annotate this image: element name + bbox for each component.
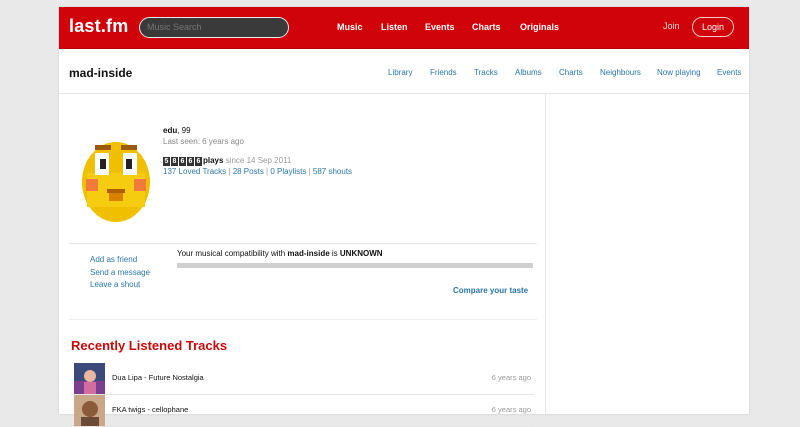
tab-now-playing[interactable]: Now playing [657,68,701,77]
play-digit: 6 [187,157,194,166]
avatar [82,142,150,222]
add-friend-link[interactable]: Add as friend [90,254,150,267]
nav-charts[interactable]: Charts [472,22,501,32]
tab-albums[interactable]: Albums [515,68,542,77]
compatibility-text: Your musical compatibility with mad-insi… [177,249,383,258]
profile-actions: Add as friend Send a message Leave a sho… [90,254,150,292]
tab-events[interactable]: Events [717,68,741,77]
sidebar-divider [545,94,546,414]
profile-info: edu, 99 Last seen: 6 years ago 5 8 6 6 6 play… [163,125,352,177]
recent-tracks-title: Recently Listened Tracks [71,338,228,353]
divider [69,243,537,244]
last-seen: Last seen: 6 years ago [163,137,244,146]
play-digit: 8 [171,157,178,166]
play-digit: 6 [179,157,186,166]
track-row[interactable]: Dua Lipa - Future Nostalgia 6 years ago [71,363,533,395]
profile-age: , 99 [177,126,191,135]
shouts-link[interactable]: 587 shouts [313,167,352,176]
compat-level: UNKNOWN [339,249,383,258]
leave-shout-link[interactable]: Leave a shout [90,279,150,292]
profile-name: edu [163,126,178,135]
compatibility-bar [177,263,533,268]
search-input[interactable] [139,17,289,38]
loved-tracks-link[interactable]: 137 Loved Tracks [163,167,226,176]
posts-link[interactable]: 28 Posts [233,167,264,176]
site-logo[interactable]: last.fm [69,16,128,37]
profile-subheader: mad-inside Library Friends Tracks Albums… [59,49,749,94]
nav-music[interactable]: Music [337,22,363,32]
login-button[interactable]: Login [692,17,734,37]
plays-label: plays [203,156,224,165]
playlists-link[interactable]: 0 Playlists [270,167,306,176]
track-thumbnail [74,363,105,394]
page-title: mad-inside [69,66,133,80]
plays-since: since 14 Sep 2011 [223,156,292,165]
play-digit: 5 [163,157,170,166]
join-link[interactable]: Join [663,21,680,31]
track-name[interactable]: Dua Lipa - Future Nostalgia [112,373,204,382]
track-time: 6 years ago [491,373,531,382]
play-count: 5 8 6 6 6 plays since 14 Sep 2011 [163,155,352,166]
tab-neighbours[interactable]: Neighbours [600,68,641,77]
tab-friends[interactable]: Friends [430,68,457,77]
tab-library[interactable]: Library [388,68,412,77]
track-row[interactable]: FKA twigs - cellophane 6 years ago [71,395,533,427]
tab-tracks[interactable]: Tracks [474,68,498,77]
nav-listen[interactable]: Listen [381,22,408,32]
track-time: 6 years ago [491,405,531,414]
nav-originals[interactable]: Originals [520,22,559,32]
page: last.fm Music Listen Events Charts Origi… [59,7,749,427]
track-thumbnail [74,395,105,426]
track-name[interactable]: FKA twigs - cellophane [112,405,188,414]
compat-user: mad-inside [287,249,330,258]
play-digit: 6 [195,157,202,166]
divider [69,319,537,320]
compare-taste-link[interactable]: Compare your taste [453,286,528,295]
top-bar: last.fm Music Listen Events Charts Origi… [59,7,749,49]
send-message-link[interactable]: Send a message [90,267,150,280]
tab-charts[interactable]: Charts [559,68,583,77]
compat-mid: is [329,249,340,258]
compat-prefix: Your musical compatibility with [177,249,288,258]
profile-stats: 137 Loved Tracks | 28 Posts | 0 Playlist… [163,166,352,177]
nav-events[interactable]: Events [425,22,455,32]
